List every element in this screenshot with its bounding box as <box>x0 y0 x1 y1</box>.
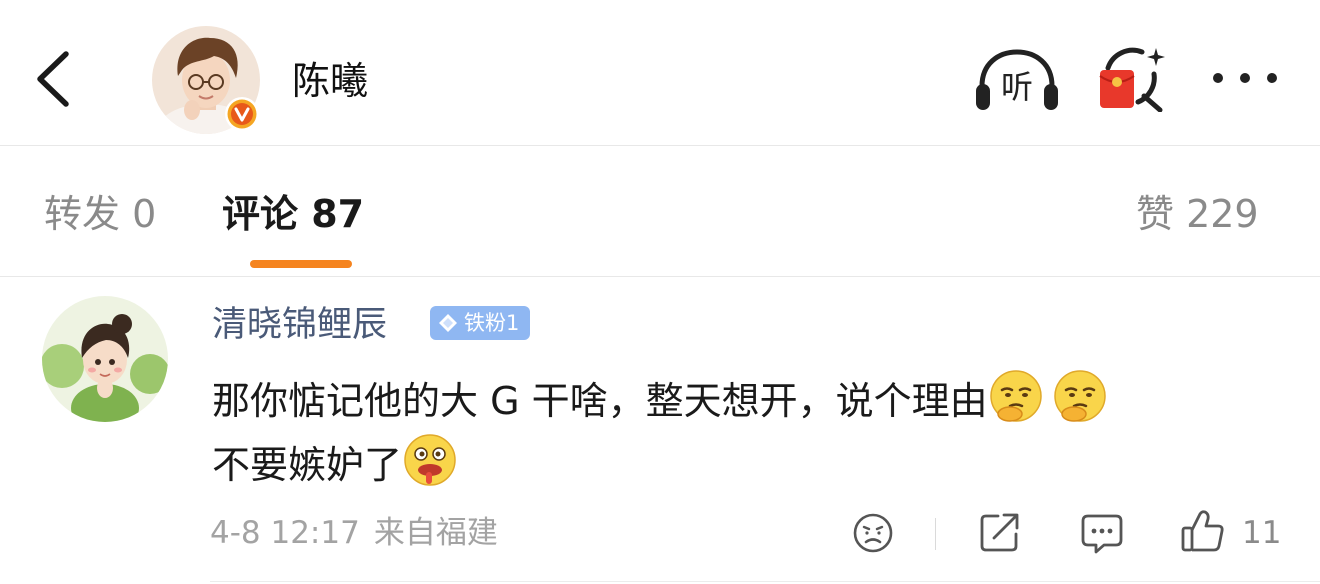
like-button[interactable] <box>1180 508 1226 554</box>
comment-bubble-icon <box>1081 514 1123 554</box>
back-icon <box>37 51 69 107</box>
commenter-name[interactable]: 清晓锦鲤辰 <box>212 302 387 348</box>
drooling-emoji-icon <box>404 434 456 486</box>
more-icon <box>1213 73 1277 83</box>
dislike-button[interactable] <box>852 512 894 554</box>
action-separator <box>935 518 936 550</box>
comment-divider <box>210 581 1320 582</box>
reply-button[interactable] <box>1080 512 1124 554</box>
tab-likes[interactable]: 赞 229 <box>1136 188 1259 240</box>
comment-time: 4-8 12:17 <box>210 515 360 551</box>
fan-badge-label: 铁粉1 <box>464 311 520 335</box>
thumbs-up-icon <box>1181 510 1224 552</box>
comment-location: 来自福建 <box>373 515 498 551</box>
comment-line-2: 不要嫉妒了 <box>212 432 1272 496</box>
svg-text:听: 听 <box>1001 68 1033 106</box>
comment-page: 陈曦 听 转发 0 评论 87 赞 229 清晓锦鲤辰 铁粉1 那你惦记他的大 … <box>0 0 1320 584</box>
back-button[interactable] <box>30 48 80 110</box>
comment-body: 那你惦记他的大 G 干啥，整天想开，说个理由 不要嫉妒了 <box>212 368 1272 496</box>
tabs-divider <box>0 276 1320 277</box>
tab-comments[interactable]: 评论 87 <box>222 188 364 240</box>
tab-reposts[interactable]: 转发 0 <box>44 188 156 240</box>
page-title-username[interactable]: 陈曦 <box>292 56 368 106</box>
red-envelope-search-button[interactable] <box>1094 44 1168 113</box>
headphones-icon: 听 <box>976 49 1058 110</box>
header: 陈曦 听 <box>0 0 1320 145</box>
more-button[interactable] <box>1208 64 1282 92</box>
red-envelope-search-icon <box>1099 47 1165 113</box>
comment-text-2: 不要嫉妒了 <box>212 443 403 487</box>
active-tab-indicator <box>250 260 352 268</box>
commenter-avatar[interactable] <box>42 296 168 422</box>
share-button[interactable] <box>978 510 1022 554</box>
verified-badge-icon <box>225 97 259 131</box>
tab-bar: 转发 0 评论 87 赞 229 <box>0 146 1320 276</box>
sad-face-icon <box>853 513 893 553</box>
comment-line-1: 那你惦记他的大 G 干啥，整天想开，说个理由 <box>212 368 1272 432</box>
diamond-icon <box>439 314 457 332</box>
listen-button[interactable]: 听 <box>972 46 1062 112</box>
thinking-emoji-icon <box>989 370 1042 422</box>
comment-meta: 4-8 12:17 来自福建 <box>210 512 498 554</box>
like-count: 11 <box>1242 515 1282 551</box>
fan-level-badge[interactable]: 铁粉1 <box>430 306 530 340</box>
comment-text-1: 那你惦记他的大 G 干啥，整天想开，说个理由 <box>212 379 988 423</box>
share-icon <box>980 513 1019 552</box>
thinking-emoji-icon <box>1053 370 1106 422</box>
